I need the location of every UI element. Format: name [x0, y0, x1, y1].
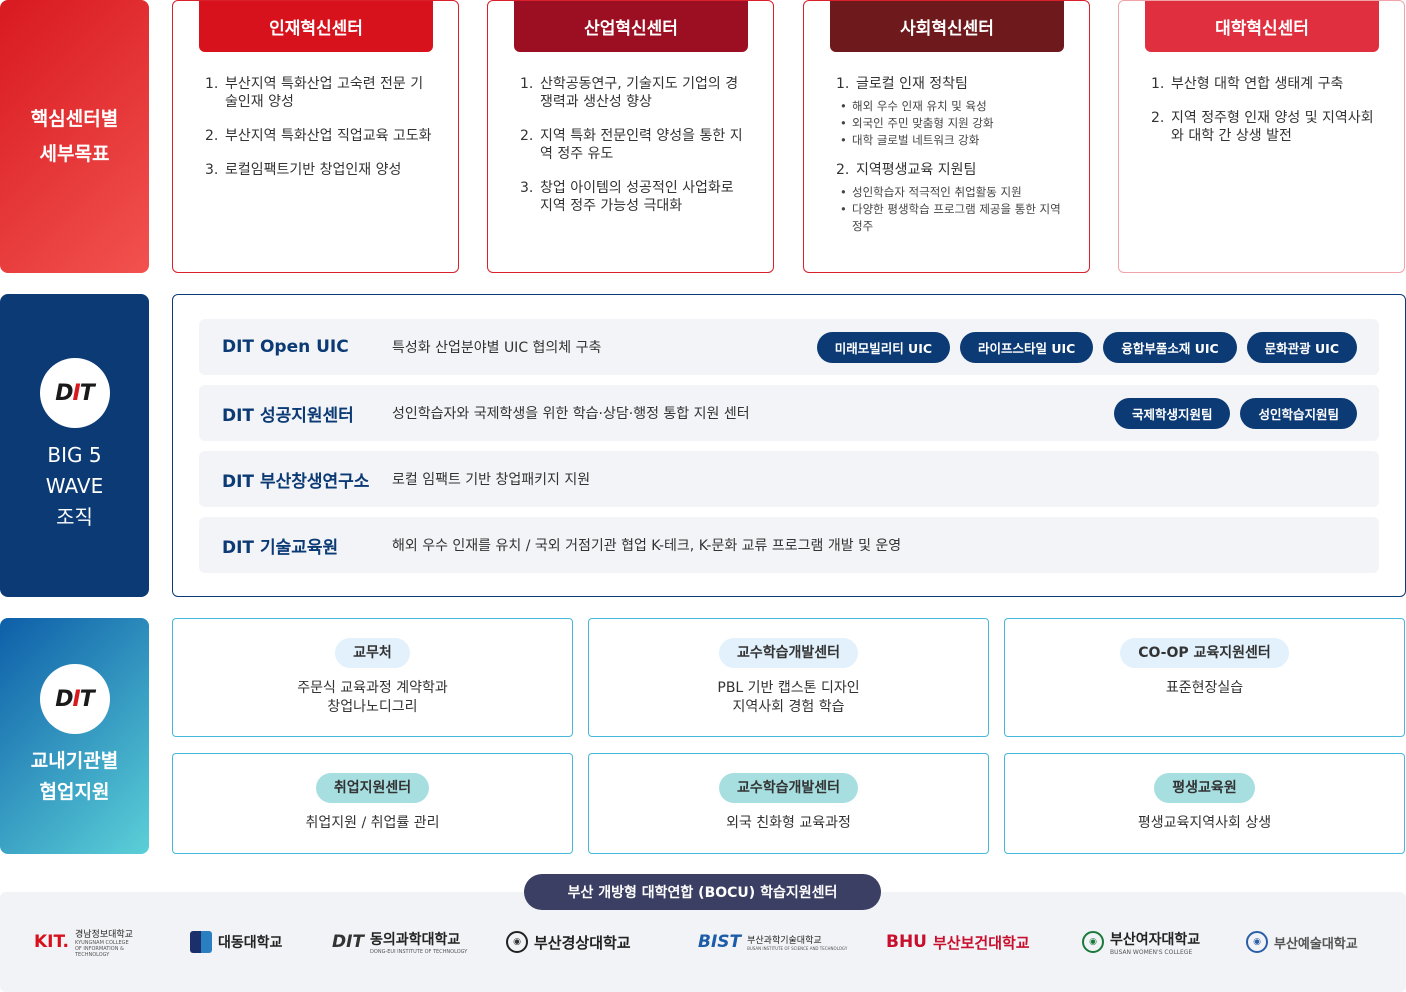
center-box-talent: 인재혁신센터 1. 부산지역 특화산업 고숙련 전문 기술인재 양성 2. 부산지역…	[172, 0, 459, 273]
university-logo-bhu: BHU 부산보건대학교	[886, 932, 1030, 952]
center-title: 산업혁신센터	[514, 1, 748, 52]
internal-label: 교내기관별 협업지원	[30, 750, 119, 803]
university-logo-bsks: ◉ 부산경상대학교	[506, 927, 631, 957]
org-desc: 평생교육지역사회 상생	[1137, 815, 1272, 831]
bhu-logo-icon: BHU	[886, 932, 927, 952]
pill-badge: 국제학생지원팀	[1113, 397, 1231, 429]
section-label-core-goals: 핵심센터별 세부목표	[0, 0, 149, 273]
section-label-internal: DIT 교내기관별 협업지원	[0, 618, 149, 854]
org-box: 평생교육원 평생교육지역사회 상생	[1004, 753, 1405, 854]
center-box-university: 대학혁신센터 1. 부산형 대학 연합 생태계 구축 2. 지역 정주형 인재 양성…	[1118, 0, 1405, 273]
org-desc: 주문식 교육과정 계약학과 창업나노디그리	[297, 680, 448, 715]
list-item: 1. 부산지역 특화산업 고숙련 전문 기술인재 양성	[205, 76, 424, 110]
bocu-title: 부산 개방형 대학연합 (BOCU) 학습지원센터	[524, 874, 881, 910]
org-desc: PBL 기반 캡스톤 디자인 지역사회 경험 학습	[717, 680, 860, 715]
org-desc: 표준현장실습	[1165, 680, 1244, 696]
wave-desc: 특성화 산업분야별 UIC 협의체 구축	[392, 340, 602, 356]
center-goal-list: 1.글로컬 인재 정착팀 해외 우수 인재 유치 및 육성 외국인 주민 맞춤형…	[834, 75, 1065, 243]
page: 핵심센터별 세부목표 DIT BIG 5 WAVE 조직 DIT 교내기관별 협…	[0, 0, 1406, 992]
center-goal-list: 1. 부산지역 특화산업 고숙련 전문 기술인재 양성 2. 부산지역 특화산업 직…	[203, 75, 434, 195]
list-item: 1. 산학공동연구, 기술지도 기업의 경쟁력과 생산성 향상	[520, 76, 739, 110]
wave-pills: 국제학생지원팀 성인학습지원팀	[1113, 397, 1357, 429]
list-item: 해외 우수 인재 유치 및 육성	[840, 98, 1065, 115]
university-logo-bist: BIST 부산과학기술대학교 BUSAN INSTITUTE OF SCIENC…	[698, 932, 848, 952]
center-title: 사회혁신센터	[830, 1, 1064, 52]
university-logo-dit: DIT 동의과학대학교 DONG-EUI INSTITUTE OF TECHNO…	[332, 932, 468, 955]
seal-icon: ◉	[506, 931, 528, 953]
center-box-social: 사회혁신센터 1.글로컬 인재 정착팀 해외 우수 인재 유치 및 육성 외국인…	[803, 0, 1090, 273]
wave-name: DIT 성공지원센터	[222, 405, 354, 426]
seal-icon: ◉	[1246, 931, 1268, 953]
org-tag: 평생교육원	[1154, 773, 1255, 803]
list-item: 2. 지역 특화 전문인력 양성을 통한 지역 정주 유도	[520, 128, 743, 162]
org-desc: 취업지원 / 취업률 관리	[305, 815, 440, 831]
org-box: CO-OP 교육지원센터 표준현장실습	[1004, 618, 1405, 737]
list-item: 대학 글로벌 네트워크 강화	[840, 132, 1065, 149]
team-block: 2.지역평생교육 지원팀 성인학습자 적극적인 취업활동 지원 다양한 평생학습…	[834, 161, 1065, 235]
bist-logo-icon: BIST	[698, 932, 742, 952]
dit-logo-icon: DIT	[39, 358, 110, 428]
university-logo-daedong: 대동대학교	[190, 927, 282, 957]
wave-name: DIT 부산창생연구소	[222, 471, 370, 492]
list-item: 1. 부산형 대학 연합 생태계 구축	[1151, 76, 1344, 92]
center-title: 인재혁신센터	[199, 1, 433, 52]
team-title: 1. 글로컬 인재 정착팀	[836, 76, 968, 92]
dit-logo-icon: DIT	[332, 932, 365, 952]
wave-row-research: DIT 부산창생연구소 로컬 임팩트 기반 창업패키지 지원	[199, 451, 1379, 507]
list-item: 외국인 주민 맞춤형 지원 강화	[840, 115, 1065, 132]
org-desc: 외국 친화형 교육과정	[726, 815, 851, 831]
list-item: 성인학습자 적극적인 취업활동 지원	[840, 184, 1065, 201]
wave-row-tech-education: DIT 기술교육원 해외 우수 인재를 유치 / 국외 거점기관 협업 K-테크…	[199, 517, 1379, 573]
list-item: 3. 로컬임팩트기반 창업인재 양성	[205, 162, 402, 178]
org-tag: 교무처	[335, 638, 410, 668]
pill-badge: 성인학습지원팀	[1240, 397, 1357, 429]
team-block: 1.글로컬 인재 정착팀 해외 우수 인재 유치 및 육성 외국인 주민 맞춤형…	[834, 75, 1065, 149]
wave-desc: 성인학습자와 국제학생을 위한 학습·상담·행정 통합 지원 센터	[392, 406, 750, 422]
org-tag: CO-OP 교육지원센터	[1120, 638, 1289, 668]
university-logo-kit: KIT. 경남정보대학교 KYUNGNAM COLLEGE OF INFORMA…	[34, 929, 133, 958]
pill-badge: 미래모빌리티 UIC	[816, 331, 951, 363]
wave-desc: 해외 우수 인재를 유치 / 국외 거점기관 협업 K-테크, K-문화 교류 …	[392, 538, 902, 554]
list-item: 2. 지역 정주형 인재 양성 및 지역사회와 대학 간 상생 발전	[1151, 110, 1374, 144]
pill-badge: 문화관광 UIC	[1246, 331, 1357, 363]
big5-label: BIG 5 WAVE 조직	[45, 443, 104, 529]
org-tag: 취업지원센터	[315, 773, 430, 803]
list-item: 다양한 평생학습 프로그램 제공을 통한 지역 정주	[840, 201, 1065, 235]
pill-badge: 라이프스타일 UIC	[960, 331, 1094, 363]
org-tag: 교수학습개발센터	[718, 638, 859, 668]
center-title: 대학혁신센터	[1145, 1, 1379, 52]
list-item: 3. 창업 아이템의 성공적인 사업화로 지역 정주 가능성 극대화	[520, 180, 734, 214]
org-box: 교수학습개발센터 외국 친화형 교육과정	[588, 753, 989, 854]
section-label-big5: DIT BIG 5 WAVE 조직	[0, 294, 149, 597]
team-title: 2. 지역평생교육 지원팀	[836, 162, 977, 178]
wave-name: DIT Open UIC	[222, 337, 349, 357]
wave-desc: 로컬 임팩트 기반 창업패키지 지원	[392, 472, 591, 488]
big5-wave-box: DIT Open UIC 특성화 산업분야별 UIC 협의체 구축 미래모빌리티…	[172, 294, 1406, 597]
center-goal-list: 1. 산학공동연구, 기술지도 기업의 경쟁력과 생산성 향상 2. 지역 특화 전…	[518, 75, 749, 231]
org-box: 취업지원센터 취업지원 / 취업률 관리	[172, 753, 573, 854]
wave-row-open-uic: DIT Open UIC 특성화 산업분야별 UIC 협의체 구축 미래모빌리티…	[199, 319, 1379, 375]
wave-pills: 미래모빌리티 UIC 라이프스타일 UIC 융합부품소재 UIC 문화관광 UI…	[816, 331, 1357, 363]
org-box: 교수학습개발센터 PBL 기반 캡스톤 디자인 지역사회 경험 학습	[588, 618, 989, 737]
center-goal-list: 1. 부산형 대학 연합 생태계 구축 2. 지역 정주형 인재 양성 및 지역사회…	[1149, 75, 1380, 161]
center-box-industry: 산업혁신센터 1. 산학공동연구, 기술지도 기업의 경쟁력과 생산성 향상 2.…	[487, 0, 774, 273]
wave-name: DIT 기술교육원	[222, 537, 339, 558]
org-box: 교무처 주문식 교육과정 계약학과 창업나노디그리	[172, 618, 573, 737]
org-tag: 교수학습개발센터	[718, 773, 859, 803]
pill-badge: 융합부품소재 UIC	[1103, 331, 1237, 363]
core-goals-label: 핵심센터별 세부목표	[30, 107, 119, 165]
wave-row-success-center: DIT 성공지원센터 성인학습자와 국제학생을 위한 학습·상담·행정 통합 지…	[199, 385, 1379, 441]
university-logo-bac: ◉ 부산예술대학교	[1246, 927, 1358, 957]
university-logo-bwc: ◉ 부산여자대학교 BUSAN WOMEN'S COLLEGE	[1082, 927, 1200, 957]
list-item: 2. 부산지역 특화산업 직업교육 고도화	[205, 128, 432, 144]
dit-logo-icon: DIT	[39, 664, 110, 734]
seal-icon: ◉	[1082, 931, 1104, 953]
daedong-logo-icon	[190, 931, 212, 953]
kit-logo-icon: KIT.	[34, 932, 69, 952]
